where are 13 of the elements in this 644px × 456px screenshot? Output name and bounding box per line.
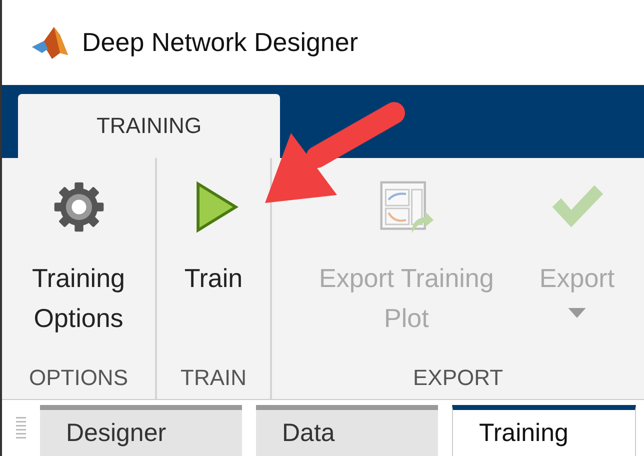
ribbon-button[interactable]: Training Options [2, 170, 155, 365]
section-label: TRAIN [180, 365, 246, 392]
window-title: Deep Network Designer [82, 27, 358, 58]
caret-icon [568, 308, 586, 319]
document-tab[interactable]: Training [452, 405, 636, 456]
section-label: OPTIONS [28, 365, 128, 392]
document-tab[interactable]: Designer [40, 405, 242, 456]
app-logo-icon [30, 24, 70, 60]
grip-icon [16, 416, 26, 440]
document-tab[interactable]: Data [256, 405, 438, 456]
ribbon-tab[interactable]: TRAINING [18, 94, 280, 158]
section-label: EXPORT [412, 365, 504, 392]
ribbon-button[interactable]: Train [180, 170, 247, 365]
